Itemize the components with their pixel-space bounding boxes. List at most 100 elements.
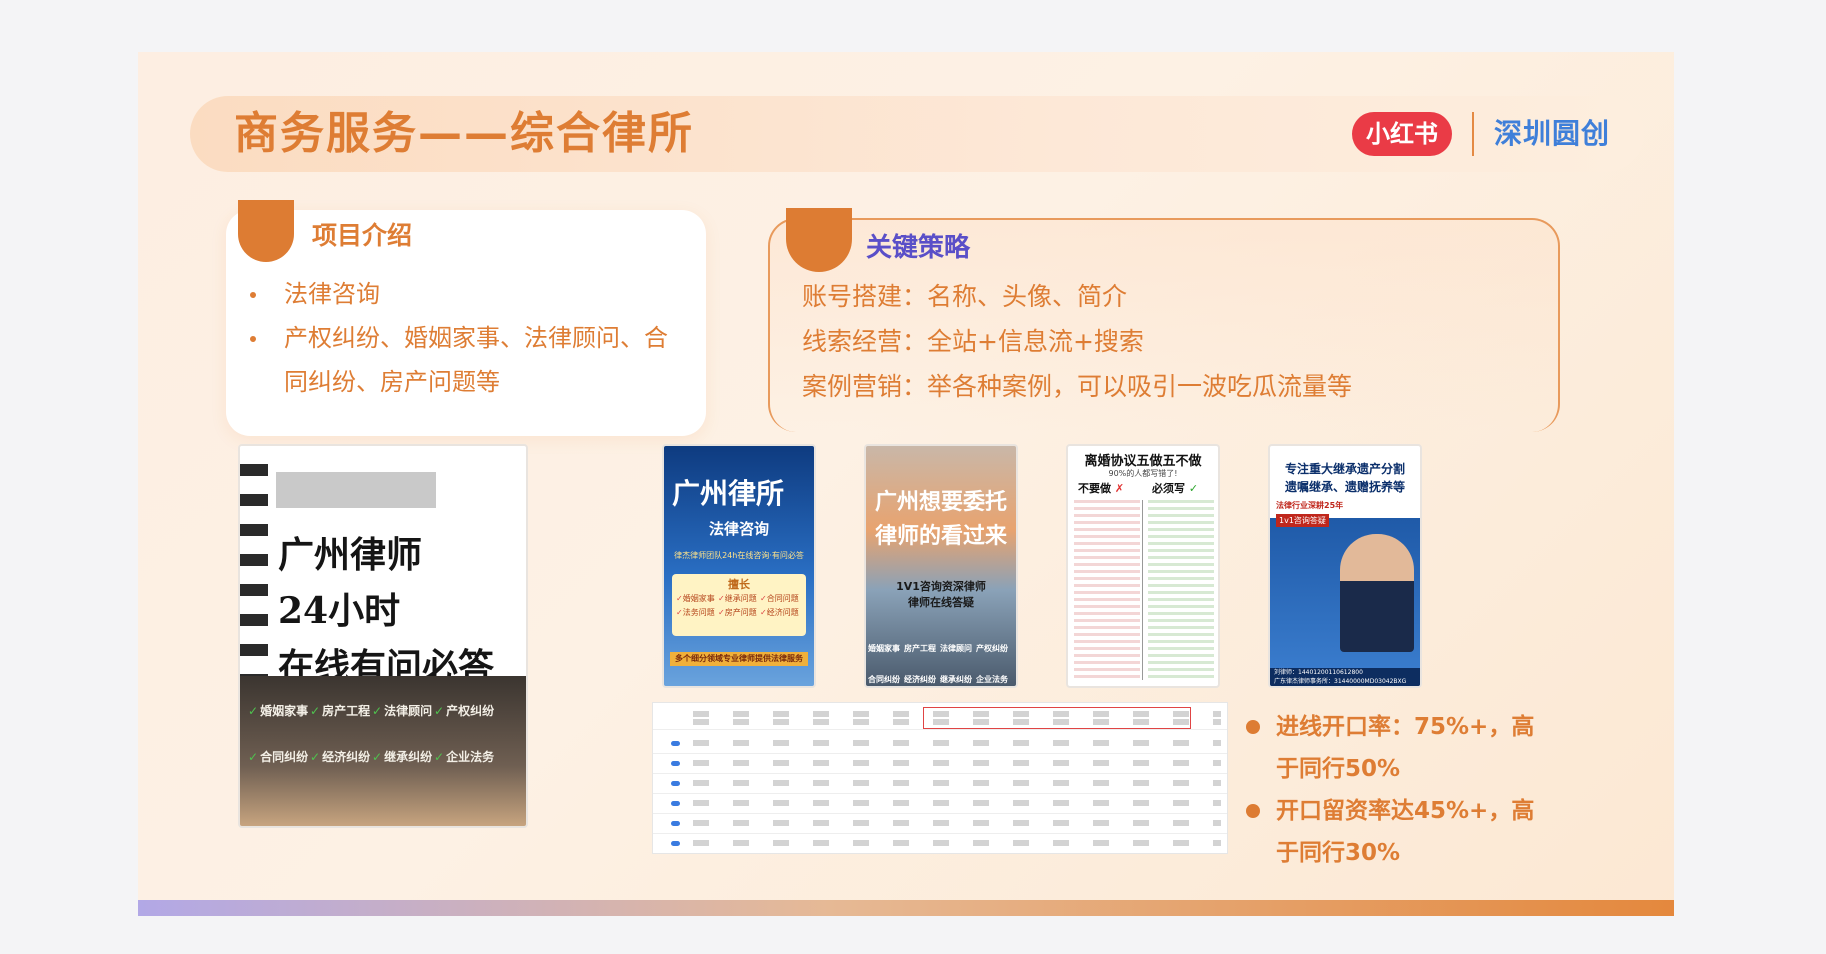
poster-headline: 广州律师 (278, 534, 423, 576)
table-row (693, 719, 1221, 725)
table-row-divider (653, 773, 1227, 774)
table-row-divider (653, 833, 1227, 834)
specialty-item: 合同问题 (760, 592, 802, 606)
must-column-head: 必须写 (1152, 480, 1198, 496)
poster-subtitle: 法律咨询 (708, 520, 769, 538)
poster-sub: 律师在线答疑 (908, 596, 974, 609)
specialty-item: 经济问题 (760, 606, 802, 620)
poster-title: 广州律所 (672, 477, 785, 510)
table-row (693, 820, 1221, 826)
poster-footer: 多个细分领域专业律师提供法律服务 (670, 652, 808, 666)
specialty-items: 婚姻家事继承问题合同问题法务问题房产问题经济问题 (676, 592, 802, 620)
dont-column-head: 不要做 (1078, 480, 1124, 496)
slide: 商务服务——综合律所 小红书 深圳圆创 项目介绍 法律咨询 产权纠纷、婚姻家事、… (138, 52, 1674, 916)
table-row-divider (653, 753, 1227, 754)
poster-tag: 婚姻家事 (248, 702, 310, 719)
brand-logo: 深圳圆创 (1493, 117, 1610, 150)
toggle-icon (671, 761, 680, 766)
table-row (693, 840, 1221, 846)
toggle-icon (671, 821, 680, 826)
specialty-item: 继承问题 (718, 592, 760, 606)
intro-card: 项目介绍 法律咨询 产权纠纷、婚姻家事、法律顾问、合同纠纷、房产问题等 (226, 200, 706, 436)
poster-tag: 继承纠纷 (372, 748, 434, 765)
specialty-item: 婚姻家事 (676, 592, 718, 606)
strategy-lines: 账号搭建：名称、头像、简介 线索经营：全站+信息流+搜索 案例营销：举各种案例，… (802, 274, 1352, 409)
poster-entrust-lawyer: 广州想要委托 律师的看过来 1V1咨询资深律师 律师在线答疑 婚姻家事 房产工程法… (864, 444, 1018, 688)
logo-divider (1472, 112, 1474, 156)
stat-item: 开口留资率达45%+，高于同行30% (1246, 790, 1546, 874)
specialty-item: 法务问题 (676, 606, 718, 620)
poster-subtitle: 90%的人都写错了! (1108, 469, 1178, 478)
poster-tag: 法律顾问 (372, 702, 434, 719)
toggle-icon (671, 841, 680, 846)
table-row-divider (653, 813, 1227, 814)
lawyer-photo (1340, 534, 1414, 652)
intro-item: 产权纠纷、婚姻家事、法律顾问、合同纠纷、房产问题等 (248, 316, 684, 404)
table-header (693, 711, 1221, 717)
dont-column-text (1074, 500, 1140, 680)
poster-tag: 产权纠纷 (434, 702, 496, 719)
intro-tab-marker (238, 200, 294, 262)
poster-badge: 法律行业深耕25年 (1276, 501, 1344, 510)
table-row-divider (653, 729, 1227, 730)
poster-tag: 婚姻家事 (868, 644, 900, 653)
poster-headline: 24小时 (278, 590, 401, 632)
table-row (693, 760, 1221, 766)
poster-tag: 经济纠纷 (904, 675, 936, 684)
footer-line: 广东律杰律师事务所：31440000MD03042BXG (1274, 678, 1407, 685)
table-row-divider (653, 793, 1227, 794)
intro-item: 法律咨询 (248, 272, 684, 316)
poster-headline: 律师的看过来 (874, 523, 1007, 549)
strategy-line: 账号搭建：名称、头像、简介 (802, 282, 1128, 311)
poster-tags: 婚姻家事房产工程法律顾问产权纠纷 (248, 702, 520, 719)
poster-tag: 房产工程 (904, 644, 936, 653)
ad-data-table-screenshot (652, 702, 1228, 854)
specialty-box: 擅长 婚姻家事继承问题合同问题法务问题房产问题经济问题 (672, 574, 806, 636)
specialty-item: 房产问题 (718, 606, 760, 620)
column-divider (1142, 500, 1143, 680)
poster-tag: 法律顾问 (940, 644, 972, 653)
strategy-title: 关键策略 (866, 233, 971, 263)
poster-divorce-agreement: 离婚协议五做五不做 90%的人都写错了! 不要做 必须写 (1066, 444, 1220, 688)
gavel-photo: 婚姻家事房产工程法律顾问产权纠纷 合同纠纷经济纠纷继承纠纷企业法务 (240, 676, 526, 826)
poster-tagline: 律杰律师团队24h在线咨询·有问必答 (674, 551, 804, 560)
poster-tag: 产权纠纷 (976, 644, 1008, 653)
redacted-block (276, 472, 436, 508)
intro-title: 项目介绍 (312, 221, 413, 250)
bottom-gradient-bar (138, 900, 1674, 916)
poster-tag: 合同纠纷 (868, 675, 900, 684)
poster-title: 离婚协议五做五不做 (1084, 454, 1202, 469)
poster-guangzhou-law-firm: 广州律所 法律咨询 律杰律师团队24h在线咨询·有问必答 擅长 婚姻家事继承问题… (662, 444, 816, 688)
strategy-tab-marker (786, 208, 852, 272)
strategy-line: 案例营销：举各种案例，可以吸引一波吃瓜流量等 (802, 372, 1353, 401)
poster-tag: 合同纠纷 (248, 748, 310, 765)
specialty-title: 擅长 (728, 578, 750, 591)
poster-lawyer-24h: 广州律师 24小时 在线有问必答 婚姻家事房产工程法律顾问产权纠纷 合同纠纷经济… (238, 444, 528, 828)
poster-tag: 房产工程 (310, 702, 372, 719)
table-row (693, 800, 1221, 806)
must-column-text (1148, 500, 1214, 680)
strategy-panel: 关键策略 账号搭建：名称、头像、简介 线索经营：全站+信息流+搜索 案例营销：举… (768, 208, 1560, 432)
poster-tags: 婚姻家事 房产工程 法律顾问 产权纠纷合同纠纷 经济纠纷 继承纠纷 企业法务 (868, 638, 1014, 686)
poster-footer: 刘律师：14401200110612800 广东律杰律师事务所：31440000… (1270, 668, 1420, 686)
table-row (693, 780, 1221, 786)
poster-sub: 1V1咨询资深律师 (896, 580, 986, 593)
strategy-line: 线索经营：全站+信息流+搜索 (802, 327, 1144, 356)
stat-item: 进线开口率：75%+，高于同行50% (1246, 706, 1546, 790)
toggle-icon (671, 781, 680, 786)
toggle-icon (671, 741, 680, 746)
poster-headline: 遗嘱继承、遗赠抚养等 (1284, 480, 1405, 494)
poster-headline: 广州想要委托 (874, 489, 1007, 515)
table-row (693, 740, 1221, 746)
poster-badge: 1v1咨询答疑 (1276, 514, 1329, 527)
page-title: 商务服务——综合律所 (234, 108, 694, 159)
intro-list: 法律咨询 产权纠纷、婚姻家事、法律顾问、合同纠纷、房产问题等 (248, 272, 684, 404)
stats-list: 进线开口率：75%+，高于同行50% 开口留资率达45%+，高于同行30% (1246, 706, 1546, 874)
xiaohongshu-logo: 小红书 (1352, 112, 1452, 156)
poster-tags: 合同纠纷经济纠纷继承纠纷企业法务 (248, 748, 520, 765)
poster-headline: 专注重大继承遗产分割 (1284, 462, 1405, 476)
poster-inheritance-lawyer: 专注重大继承遗产分割 遗嘱继承、遗赠抚养等 法律行业深耕25年 1v1咨询答疑 … (1268, 444, 1422, 688)
header-banner: 商务服务——综合律所 小红书 深圳圆创 (190, 96, 1644, 172)
poster-tag: 企业法务 (976, 675, 1008, 684)
footer-line: 刘律师：14401200110612800 (1274, 669, 1363, 676)
